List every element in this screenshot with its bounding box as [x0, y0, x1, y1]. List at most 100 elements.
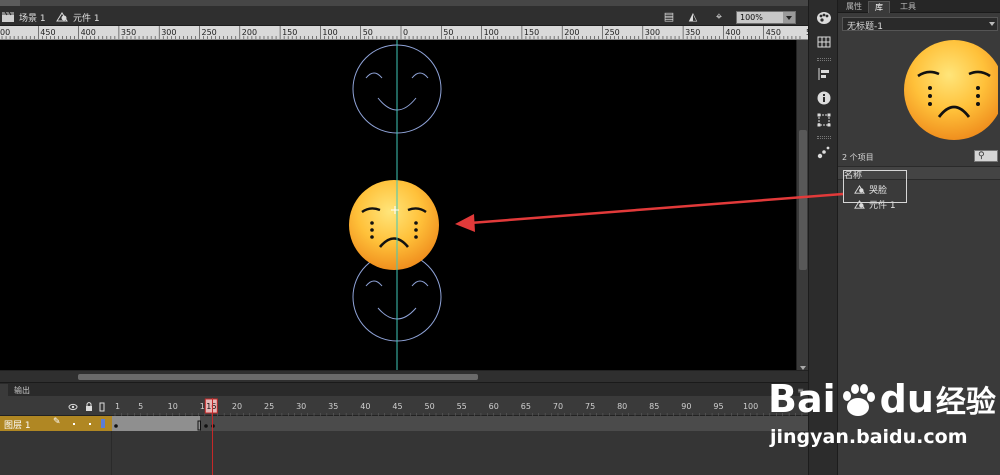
visibility-dot[interactable]	[73, 423, 75, 425]
frame-number: 90	[681, 402, 691, 411]
symbol-label: 元件 1	[73, 13, 100, 24]
info-icon[interactable]	[816, 90, 832, 106]
panel-grip[interactable]	[817, 58, 831, 61]
ruler-label: 400	[725, 28, 740, 37]
horizontal-scrollbar[interactable]	[0, 370, 808, 382]
ruler-label: 400	[81, 28, 96, 37]
logo-text-jingyan: 经验	[935, 385, 996, 420]
search-icon: ⚲	[978, 151, 985, 161]
frame-number: 45	[392, 402, 402, 411]
annotation-box	[843, 170, 907, 203]
chevron-down-icon	[989, 22, 995, 26]
frame-number: 70	[553, 402, 563, 411]
pencil-icon: ✎	[53, 417, 61, 427]
ruler-label: 450	[766, 28, 781, 37]
frame-number: 5	[138, 402, 143, 411]
frame-number: 100	[743, 402, 758, 411]
outline-icon	[99, 402, 105, 412]
breadcrumb-symbol[interactable]: 元件 1	[56, 10, 100, 24]
ruler-label: 50	[363, 28, 373, 37]
ruler-label: 50	[443, 28, 453, 37]
frame-number: 35	[328, 402, 338, 411]
library-search[interactable]: ⚲	[974, 150, 998, 162]
timeline-empty-area	[0, 431, 808, 475]
ruler-label: 300	[161, 28, 176, 37]
frame-number: 10	[168, 402, 178, 411]
lock-icon	[86, 402, 92, 411]
logo-text-bai: Bai	[768, 377, 836, 421]
logo-text-du: du	[879, 377, 934, 421]
motion-presets-icon[interactable]	[816, 144, 832, 160]
ruler-label: 150	[524, 28, 539, 37]
scroll-thumb[interactable]	[78, 374, 478, 380]
layer-frames[interactable]	[112, 416, 808, 431]
frame-number: 85	[649, 402, 659, 411]
ruler-label: 250	[605, 28, 620, 37]
edit-scene-icon[interactable]: ▤	[662, 11, 676, 23]
tab-tools[interactable]: 工具	[894, 1, 922, 13]
ruler-label: 350	[121, 28, 136, 37]
baidu-jingyan-logo: Bai du 经验	[768, 372, 996, 426]
scroll-thumb[interactable]	[799, 130, 807, 270]
panel-tabs: 属性 库 工具	[838, 0, 1000, 13]
layer-color-swatch[interactable]	[101, 419, 105, 428]
frame-number: 80	[617, 402, 627, 411]
panel-grip[interactable]	[817, 136, 831, 139]
graphic-symbol-icon	[56, 12, 68, 22]
snap-icon[interactable]: ⌖	[712, 11, 726, 23]
zoom-value: 100%	[740, 13, 763, 22]
color-palette-icon[interactable]	[816, 10, 832, 26]
frame-number: 25	[264, 402, 274, 411]
watermark-url: jingyan.baidu.com	[770, 426, 968, 448]
ruler-label: 300	[645, 28, 660, 37]
frame-number: 95	[713, 402, 723, 411]
flash-ide-window: 场景 1 元件 1 ▤ ◭ ⌖ 100% 00 450 400 350 300 250 20…	[0, 0, 1000, 475]
frame-number: 40	[360, 402, 370, 411]
ruler-label: 450	[40, 28, 55, 37]
crying-face-preview	[904, 40, 1000, 140]
frame-number: 50	[424, 402, 434, 411]
document-tab-strip	[0, 0, 808, 6]
edit-symbols-icon[interactable]: ◭	[686, 11, 700, 23]
align-icon[interactable]	[816, 66, 832, 82]
breadcrumb-scene[interactable]: 场景 1	[2, 10, 46, 24]
stage-canvas[interactable]	[0, 40, 796, 370]
transform-icon[interactable]	[816, 112, 832, 128]
scene-label: 场景 1	[19, 13, 46, 24]
tab-library[interactable]: 库	[868, 1, 890, 13]
timeline-header: 1510152025303540455055606570758085909510…	[0, 396, 808, 416]
document-select[interactable]: 无标题-1	[842, 17, 998, 32]
library-item-count: 2 个项目	[842, 153, 874, 162]
ruler-label: 100	[322, 28, 337, 37]
clapperboard-icon	[2, 12, 14, 22]
library-preview	[842, 33, 1000, 145]
tab-properties[interactable]: 属性	[840, 1, 868, 13]
swatches-grid-icon[interactable]	[816, 34, 832, 50]
document-tab[interactable]	[0, 0, 20, 6]
vertical-scrollbar[interactable]	[796, 40, 808, 372]
ruler-label: 00	[0, 28, 10, 37]
frame-number: 65	[521, 402, 531, 411]
playhead[interactable]	[212, 398, 213, 475]
ruler-label: 250	[202, 28, 217, 37]
ruler-label: 100	[484, 28, 499, 37]
frame-number: 75	[585, 402, 595, 411]
zoom-select[interactable]: 100%	[736, 11, 796, 24]
baidu-paw-icon	[842, 384, 875, 416]
edit-bar: 场景 1 元件 1 ▤ ◭ ⌖ 100%	[0, 0, 808, 26]
document-name: 无标题-1	[847, 22, 883, 32]
ruler-label: 200	[242, 28, 257, 37]
lock-dot[interactable]	[89, 423, 91, 425]
chevron-down-icon	[783, 12, 795, 23]
frame-number: 30	[296, 402, 306, 411]
ruler-label: 200	[564, 28, 579, 37]
timeline-tabs: 输出 ≡	[0, 382, 808, 397]
ruler-label: 150	[282, 28, 297, 37]
layer-name: 图层 1	[4, 421, 31, 431]
layer-row[interactable]: 图层 1 ✎	[0, 416, 112, 431]
frame-number: 20	[232, 402, 242, 411]
frame-number: 55	[457, 402, 467, 411]
frame-number: 1	[115, 402, 120, 411]
crying-face-symbol[interactable]	[349, 180, 439, 270]
frame-number: 60	[489, 402, 499, 411]
